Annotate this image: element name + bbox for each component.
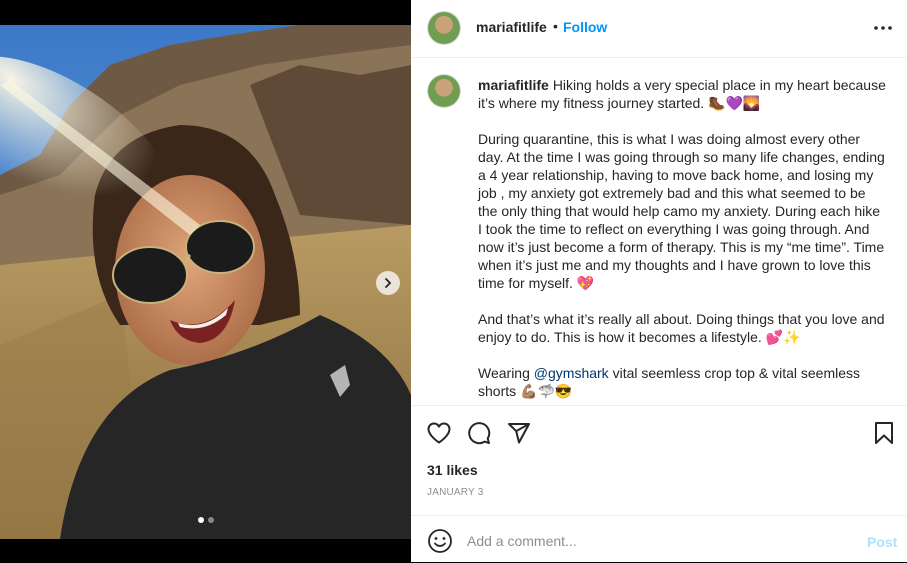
post-media [0, 0, 411, 562]
emoji-button[interactable] [427, 528, 453, 554]
post-header: mariafitlife • Follow [411, 0, 907, 58]
caption-area: mariafitlife Hiking holds a very special … [411, 58, 907, 404]
comment-icon [468, 422, 491, 445]
save-button[interactable] [870, 419, 898, 447]
comment-input[interactable] [467, 530, 847, 552]
share-button[interactable] [505, 419, 533, 447]
caption-paragraph: And that’s what it’s really all about. D… [478, 311, 885, 345]
caption-text: Wearing [478, 365, 534, 381]
caption-username[interactable]: mariafitlife [478, 77, 549, 93]
like-button[interactable] [425, 419, 453, 447]
chevron-right-icon [385, 278, 392, 288]
action-bar [411, 405, 907, 461]
carousel-dot [208, 517, 214, 523]
carousel-indicator [198, 517, 214, 523]
mention-link[interactable]: @gymshark [534, 365, 609, 381]
likes-count[interactable]: 31 likes [427, 462, 478, 478]
follow-button[interactable]: Follow [563, 19, 607, 35]
caption-paragraph: Wearing @gymshark vital seemless crop to… [478, 364, 886, 400]
avatar[interactable] [428, 12, 460, 44]
send-icon [508, 423, 530, 444]
selfie-hiking-image [0, 25, 411, 539]
caption-paragraph: During quarantine, this is what I was do… [478, 131, 885, 291]
post-caption: mariafitlife Hiking holds a very special … [478, 76, 886, 404]
post-date[interactable]: JANUARY 3 [427, 487, 483, 498]
comment-button[interactable] [465, 419, 493, 447]
smiley-icon [428, 529, 452, 553]
carousel-dot-active [198, 517, 204, 523]
next-photo-button[interactable] [376, 271, 400, 295]
separator-dot: • [553, 18, 558, 34]
more-options-button[interactable] [872, 17, 894, 39]
instagram-post-modal: mariafitlife • Follow mariafitlife Hiking… [0, 0, 907, 562]
post-comment-button[interactable]: Post [867, 534, 897, 550]
more-horizontal-icon [874, 26, 892, 30]
post-panel: mariafitlife • Follow mariafitlife Hiking… [411, 0, 907, 562]
comment-bar: Post [411, 515, 907, 563]
post-photo[interactable] [0, 25, 411, 539]
caption-first-paragraph: mariafitlife Hiking holds a very special … [478, 76, 886, 112]
bookmark-icon [875, 422, 893, 444]
heart-icon [427, 422, 451, 444]
caption-avatar[interactable] [428, 75, 460, 107]
header-username[interactable]: mariafitlife [476, 19, 547, 35]
